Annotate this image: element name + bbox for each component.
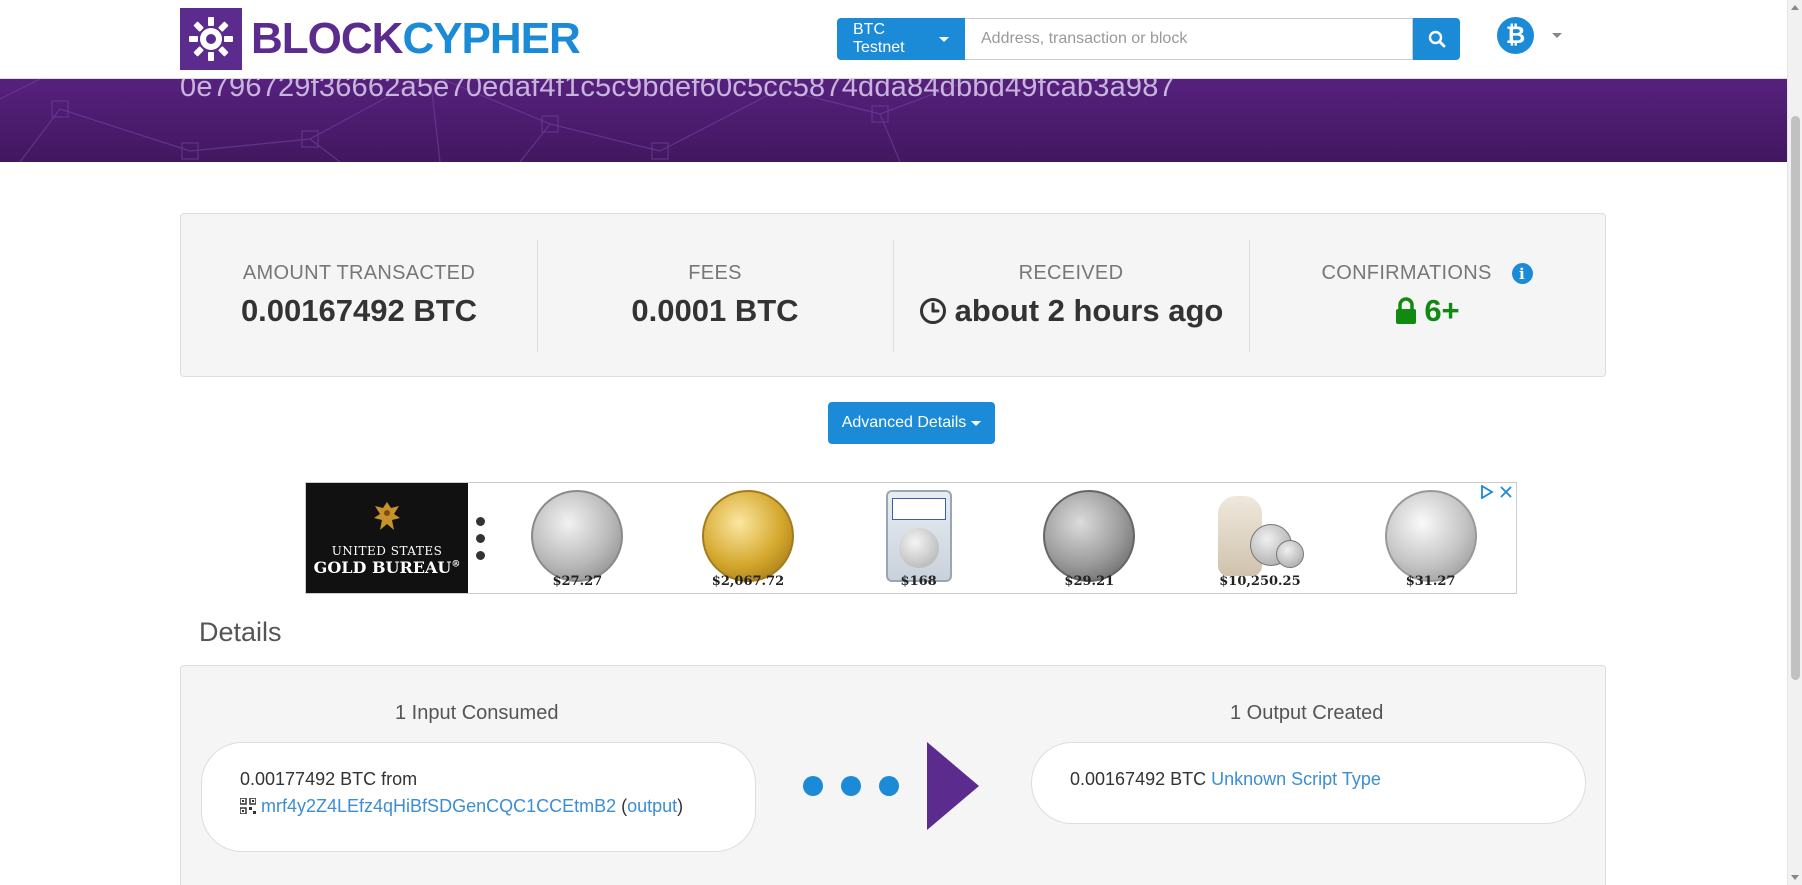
ad-price: $29.21 [1064, 574, 1115, 589]
output-card: 0.00167492 BTC Unknown Script Type [1031, 742, 1586, 824]
stat-label-row: CONFIRMATIONS i [1249, 262, 1605, 285]
vertical-scrollbar[interactable] [1787, 0, 1802, 885]
stat-fees: FEES 0.0001 BTC [537, 214, 893, 376]
ad-choices [1480, 485, 1512, 499]
brand-part-cypher: CYPHER [402, 14, 580, 63]
adchoices-icon[interactable] [1480, 485, 1494, 499]
brand-name: BLOCKCYPHER [251, 14, 581, 64]
advertisement-banner[interactable]: UNITED STATES GOLD BUREAU® $27.27 $2,067… [305, 482, 1517, 594]
flow-dots-icon [803, 776, 899, 796]
lock-icon [1396, 297, 1417, 324]
stat-value: 0.00167492 BTC [240, 293, 478, 328]
caret-down-icon [939, 36, 949, 42]
stat-label: CONFIRMATIONS [1321, 262, 1492, 284]
stat-value-row: 6+ [1249, 293, 1605, 329]
ad-price: $2,067.72 [711, 574, 785, 589]
input-amount: 0.00177492 BTC [240, 769, 377, 789]
search-button[interactable] [1413, 18, 1460, 60]
silver-coin-image [531, 490, 624, 582]
stat-label: AMOUNT TRANSACTED [242, 262, 476, 284]
ad-product[interactable]: $168 [859, 490, 979, 589]
graded-coin-slab-image [885, 490, 952, 582]
network-dropdown-label: BTC Testnet [853, 21, 905, 56]
ad-more-icon[interactable] [468, 483, 492, 593]
input-card: 0.00177492 BTC from mrf4y2Z4LEfz4qHiBfSD… [201, 742, 756, 852]
ad-product[interactable]: $10,250.25 [1200, 490, 1320, 589]
search-input[interactable] [965, 18, 1413, 60]
scrollbar-thumb[interactable] [1791, 116, 1800, 680]
qr-code-icon[interactable] [240, 798, 256, 814]
output-amount: 0.00167492 BTC [1070, 769, 1207, 789]
transaction-banner: 0e796729f36662a5e70edaf4f1c5c9bdef60c5cc… [0, 79, 1787, 162]
gear-logo-icon [180, 8, 242, 70]
details-panel: 1 Input Consumed 1 Output Created 0.0017… [180, 665, 1606, 885]
input-output-link[interactable]: output [627, 796, 677, 816]
stat-value: 6+ [1424, 293, 1460, 328]
stat-value: about 2 hours ago [954, 293, 1224, 328]
ad-price: $168 [900, 574, 937, 589]
details-heading: Details [199, 617, 282, 647]
outputs-heading: 1 Output Created [1230, 702, 1384, 724]
ad-brand-line1: UNITED STATES [331, 543, 443, 558]
stat-label: RECEIVED [1018, 262, 1124, 284]
input-address-link[interactable]: mrf4y2Z4LEfz4qHiBfSDGenCQC1CCEtmB2 [261, 796, 616, 816]
eagle-icon [374, 501, 400, 530]
input-address-line: mrf4y2Z4LEfz4qHiBfSDGenCQC1CCEtmB2 (outp… [240, 796, 717, 817]
network-dropdown[interactable]: BTC Testnet [837, 18, 965, 60]
transaction-hash: 0e796729f36662a5e70edaf4f1c5c9bdef60c5cc… [180, 79, 1175, 103]
ad-brand-name: GOLD BUREAU [313, 557, 452, 577]
caret-down-icon [971, 420, 982, 426]
ad-trademark: ® [451, 559, 461, 570]
top-navbar: BLOCKCYPHER BTC Testnet ₿ [0, 0, 1787, 79]
brand-part-block: BLOCK [251, 14, 403, 63]
ad-product[interactable]: $29.21 [1029, 490, 1149, 589]
stat-amount: AMOUNT TRANSACTED 0.00167492 BTC [181, 214, 537, 376]
output-script-type-link[interactable]: Unknown Script Type [1211, 769, 1381, 789]
bitcoin-icon: ₿ [1497, 17, 1534, 54]
stat-value-row: about 2 hours ago [893, 293, 1249, 329]
blockcypher-logo[interactable]: BLOCKCYPHER [180, 8, 581, 70]
flow-arrow-icon [927, 742, 979, 830]
advanced-details-button[interactable]: Advanced Details [828, 402, 995, 444]
coin-bag-image [1210, 490, 1310, 582]
search-bar: BTC Testnet [837, 18, 1460, 60]
transaction-summary-panel: AMOUNT TRANSACTED 0.00167492 BTC FEES 0.… [180, 213, 1606, 377]
ad-product[interactable]: $2,067.72 [688, 490, 808, 589]
gold-coin-image [701, 490, 794, 582]
scroll-down-arrow-icon[interactable] [1791, 875, 1799, 880]
clock-icon [919, 298, 946, 324]
ad-price: $31.27 [1405, 574, 1456, 589]
close-ad-icon[interactable] [1500, 486, 1512, 498]
page: BLOCKCYPHER BTC Testnet ₿ [0, 0, 1787, 885]
scroll-up-arrow-icon[interactable] [1791, 5, 1799, 10]
stat-value: 0.0001 BTC [631, 293, 799, 328]
advanced-details-label: Advanced Details [841, 414, 967, 431]
info-icon[interactable]: i [1511, 263, 1533, 285]
coin-menu[interactable]: ₿ [1497, 17, 1562, 54]
ad-product[interactable]: $27.27 [517, 490, 637, 589]
ad-price: $27.27 [552, 574, 603, 589]
stat-confirmations: CONFIRMATIONS i 6+ [1249, 214, 1605, 376]
input-from-label: from [381, 769, 418, 789]
silver-eagle-image [1384, 490, 1477, 582]
morgan-dollar-image [1043, 490, 1136, 582]
ad-product[interactable]: $31.27 [1371, 490, 1491, 589]
stat-received: RECEIVED about 2 hours ago [893, 214, 1249, 376]
inputs-heading: 1 Input Consumed [395, 702, 559, 724]
input-amount-line: 0.00177492 BTC from [240, 769, 717, 790]
stat-label: FEES [688, 262, 742, 284]
ad-brand-logo[interactable]: UNITED STATES GOLD BUREAU® [306, 483, 468, 593]
search-icon [1428, 30, 1445, 48]
ad-brand-line2: GOLD BUREAU® [314, 558, 461, 577]
ad-products: $27.27 $2,067.72 $168 $29.21 $10,250.25 … [492, 483, 1516, 593]
caret-down-icon [1552, 33, 1562, 38]
